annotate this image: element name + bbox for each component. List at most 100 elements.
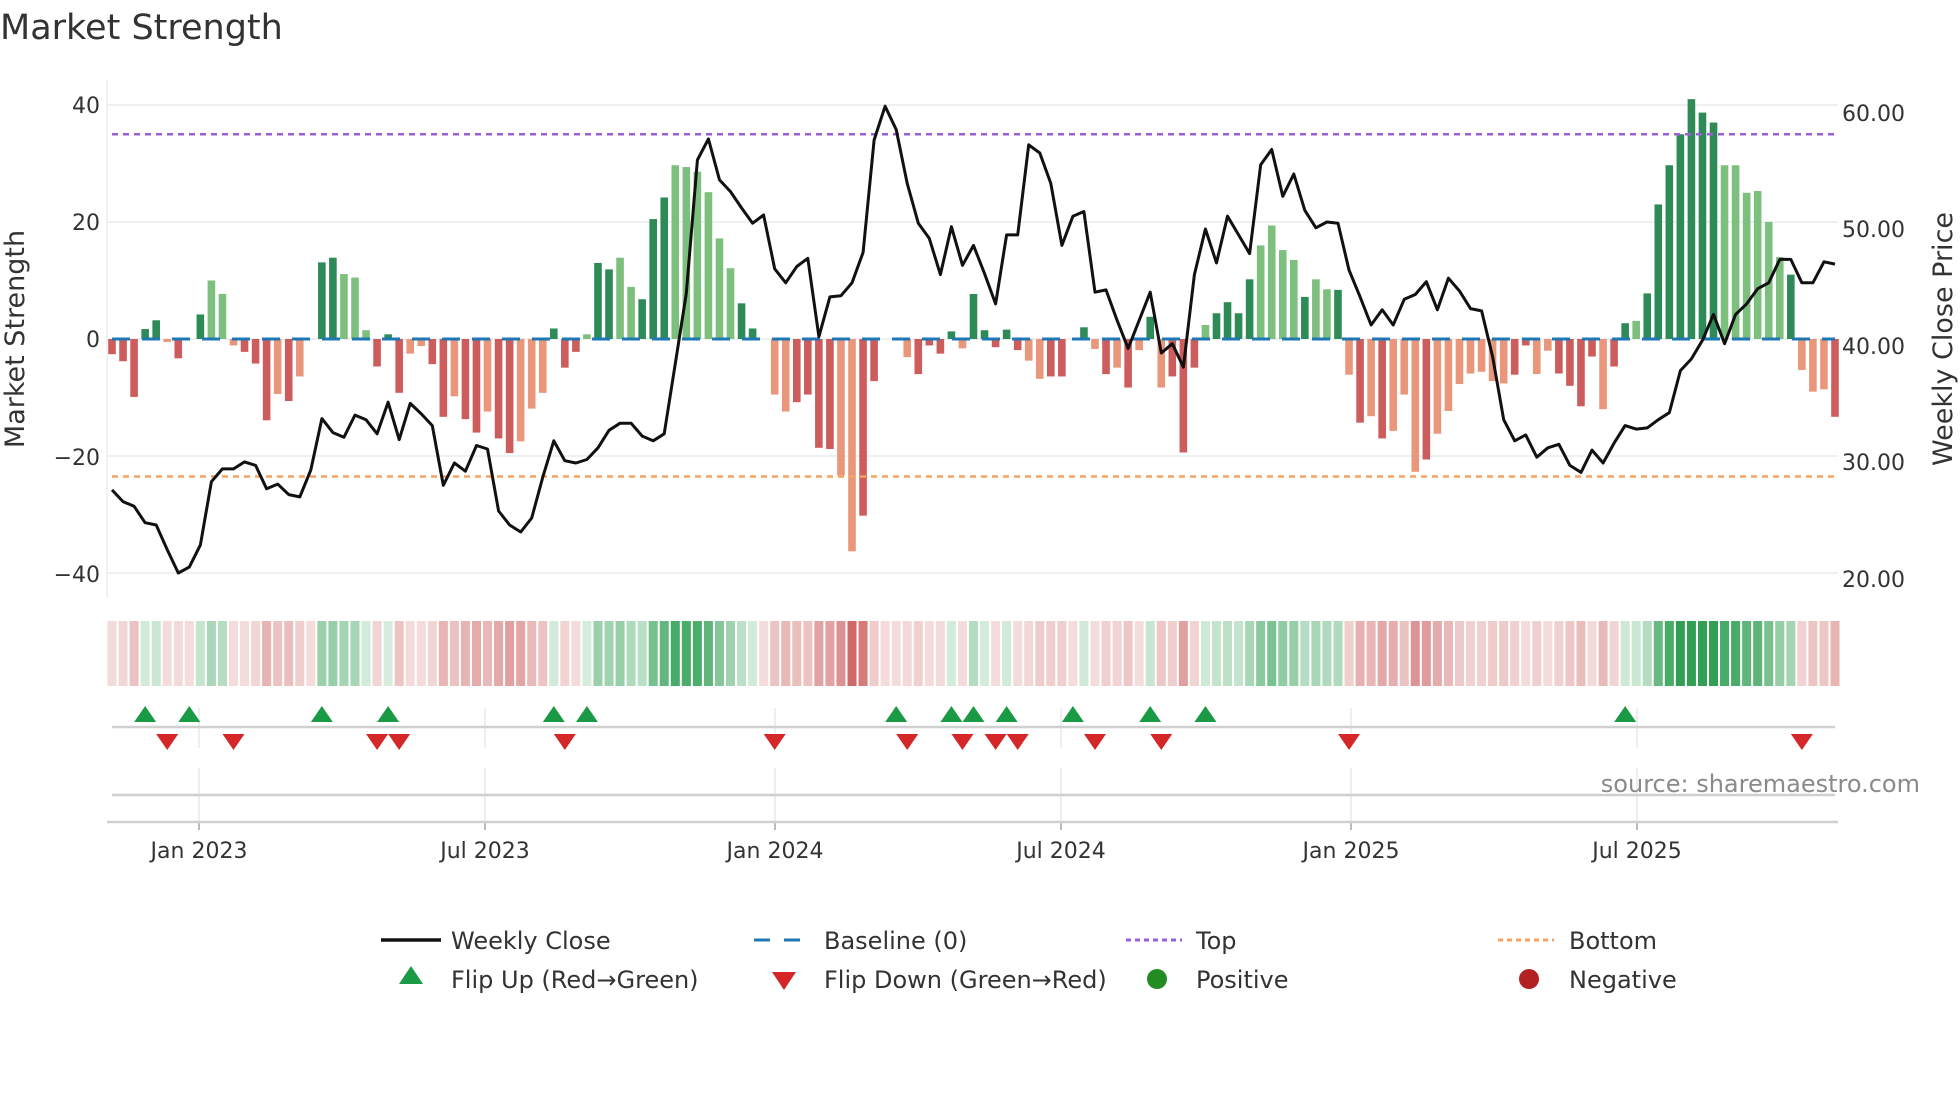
heatmap-cell bbox=[1565, 621, 1575, 686]
strength-bars bbox=[108, 99, 1839, 552]
positive-bar bbox=[1323, 289, 1331, 339]
legend-item-weekly-close[interactable]: Weekly Close bbox=[381, 927, 611, 955]
heatmap-cell bbox=[1112, 621, 1122, 686]
heatmap-cell bbox=[991, 621, 1001, 686]
legend-label: Bottom bbox=[1569, 927, 1657, 955]
heatmap-cell bbox=[1808, 621, 1818, 686]
heatmap-cell bbox=[273, 621, 283, 686]
heatmap-cell bbox=[1311, 621, 1321, 686]
legend-label: Weekly Close bbox=[451, 927, 611, 955]
heatmap-cell bbox=[339, 621, 349, 686]
positive-bar bbox=[1212, 313, 1221, 339]
heatmap-cell bbox=[1421, 621, 1431, 686]
positive-bar bbox=[1146, 316, 1155, 339]
flip-down-marker bbox=[1083, 734, 1106, 750]
legend-item-bottom[interactable]: Bottom bbox=[1498, 927, 1657, 955]
heatmap-cell bbox=[902, 621, 912, 686]
negative-bar bbox=[914, 339, 923, 375]
negative-bar bbox=[1047, 339, 1055, 377]
flip-down-marker bbox=[156, 734, 179, 750]
heatmap-cell bbox=[427, 621, 437, 686]
positive-bar bbox=[1334, 289, 1342, 339]
negative-bar bbox=[119, 339, 127, 362]
flip-up-marker bbox=[1139, 706, 1162, 722]
y-tick: −20 bbox=[54, 446, 100, 471]
positive-bar bbox=[1787, 274, 1795, 339]
heatmap-cell bbox=[449, 621, 459, 686]
legend-item-top[interactable]: Top bbox=[1126, 927, 1237, 955]
positive-bar bbox=[1223, 302, 1232, 339]
negative-bar bbox=[295, 339, 304, 377]
positive-bar bbox=[351, 277, 359, 339]
heatmap-cell bbox=[1388, 621, 1398, 686]
legend-item-flip-up[interactable]: Flip Up (Red→Green) bbox=[399, 966, 699, 994]
heatmap-cell bbox=[1708, 621, 1719, 686]
legend-label: Negative bbox=[1569, 966, 1677, 994]
negative-bar bbox=[1610, 339, 1618, 367]
heatmap-cell bbox=[1057, 621, 1067, 686]
negative-bar bbox=[483, 339, 492, 412]
y2-tick: 20.00 bbox=[1842, 568, 1905, 593]
heatmap-cell bbox=[1587, 621, 1597, 686]
x-tick: Jul 2025 bbox=[1590, 839, 1682, 864]
heatmap-cell bbox=[240, 621, 250, 686]
strength-heatmap-strip bbox=[107, 621, 1840, 686]
heatmap-cell bbox=[195, 621, 205, 686]
positive-bar bbox=[1654, 204, 1663, 339]
heatmap-cell bbox=[946, 621, 956, 686]
heatmap-cell bbox=[350, 621, 360, 686]
positive-bar bbox=[726, 268, 735, 339]
negative-bar bbox=[1532, 339, 1541, 375]
positive-bar bbox=[660, 197, 669, 339]
heatmap-cell bbox=[1278, 621, 1288, 686]
legend-item-negative[interactable]: Negative bbox=[1519, 966, 1677, 994]
positive-bar bbox=[1632, 320, 1640, 339]
positive-bar bbox=[1234, 313, 1243, 339]
positive-bar bbox=[649, 219, 657, 339]
heatmap-cell bbox=[527, 621, 537, 686]
heatmap-cell bbox=[814, 621, 824, 686]
heatmap-cell bbox=[1764, 621, 1774, 686]
legend-item-positive[interactable]: Positive bbox=[1147, 966, 1289, 994]
x-tick: Jul 2024 bbox=[1014, 839, 1106, 864]
heatmap-cell bbox=[494, 621, 504, 686]
negative-bar bbox=[163, 339, 172, 342]
y2-axis-ticks: 60.00 50.00 40.00 30.00 20.00 bbox=[1842, 102, 1905, 593]
negative-bar bbox=[1599, 339, 1607, 410]
heatmap-cell bbox=[825, 621, 835, 686]
heatmap-cell bbox=[1753, 621, 1763, 686]
flip-up-marker bbox=[1061, 706, 1084, 722]
negative-bar bbox=[174, 339, 183, 359]
heatmap-cell bbox=[670, 621, 680, 686]
heatmap-cell bbox=[538, 621, 548, 686]
heatmap-cell bbox=[1609, 621, 1619, 686]
heatmap-cell bbox=[560, 621, 570, 686]
negative-bar bbox=[1466, 339, 1475, 374]
heatmap-cell bbox=[1234, 621, 1244, 686]
triangle-up-icon bbox=[399, 966, 423, 984]
heatmap-cell bbox=[714, 621, 724, 686]
flip-down-marker bbox=[553, 734, 576, 750]
negative-bar bbox=[1035, 339, 1044, 379]
negative-bar bbox=[792, 339, 801, 403]
legend-item-flip-down[interactable]: Flip Down (Green→Red) bbox=[772, 966, 1107, 994]
negative-bar bbox=[1433, 339, 1442, 434]
heatmap-cell bbox=[1477, 621, 1487, 686]
heatmap-cell bbox=[1720, 621, 1730, 686]
heatmap-cell bbox=[1742, 621, 1752, 686]
y-axis-label: Market Strength bbox=[0, 230, 31, 448]
legend-item-baseline[interactable]: Baseline (0) bbox=[754, 927, 967, 955]
heatmap-cell bbox=[1101, 621, 1111, 686]
heatmap-cell bbox=[1775, 621, 1785, 686]
positive-bar bbox=[1080, 327, 1088, 339]
heatmap-cell bbox=[1377, 621, 1387, 686]
positive-bar bbox=[671, 165, 680, 339]
heatmap-cell bbox=[1432, 621, 1442, 686]
positive-bar bbox=[1665, 165, 1674, 339]
negative-bar bbox=[1024, 339, 1033, 361]
heatmap-cell bbox=[1090, 621, 1100, 686]
heatmap-cell bbox=[1454, 621, 1464, 686]
negative-bar bbox=[1455, 339, 1464, 385]
heatmap-cell bbox=[792, 621, 802, 686]
legend-label: Baseline (0) bbox=[824, 927, 967, 955]
